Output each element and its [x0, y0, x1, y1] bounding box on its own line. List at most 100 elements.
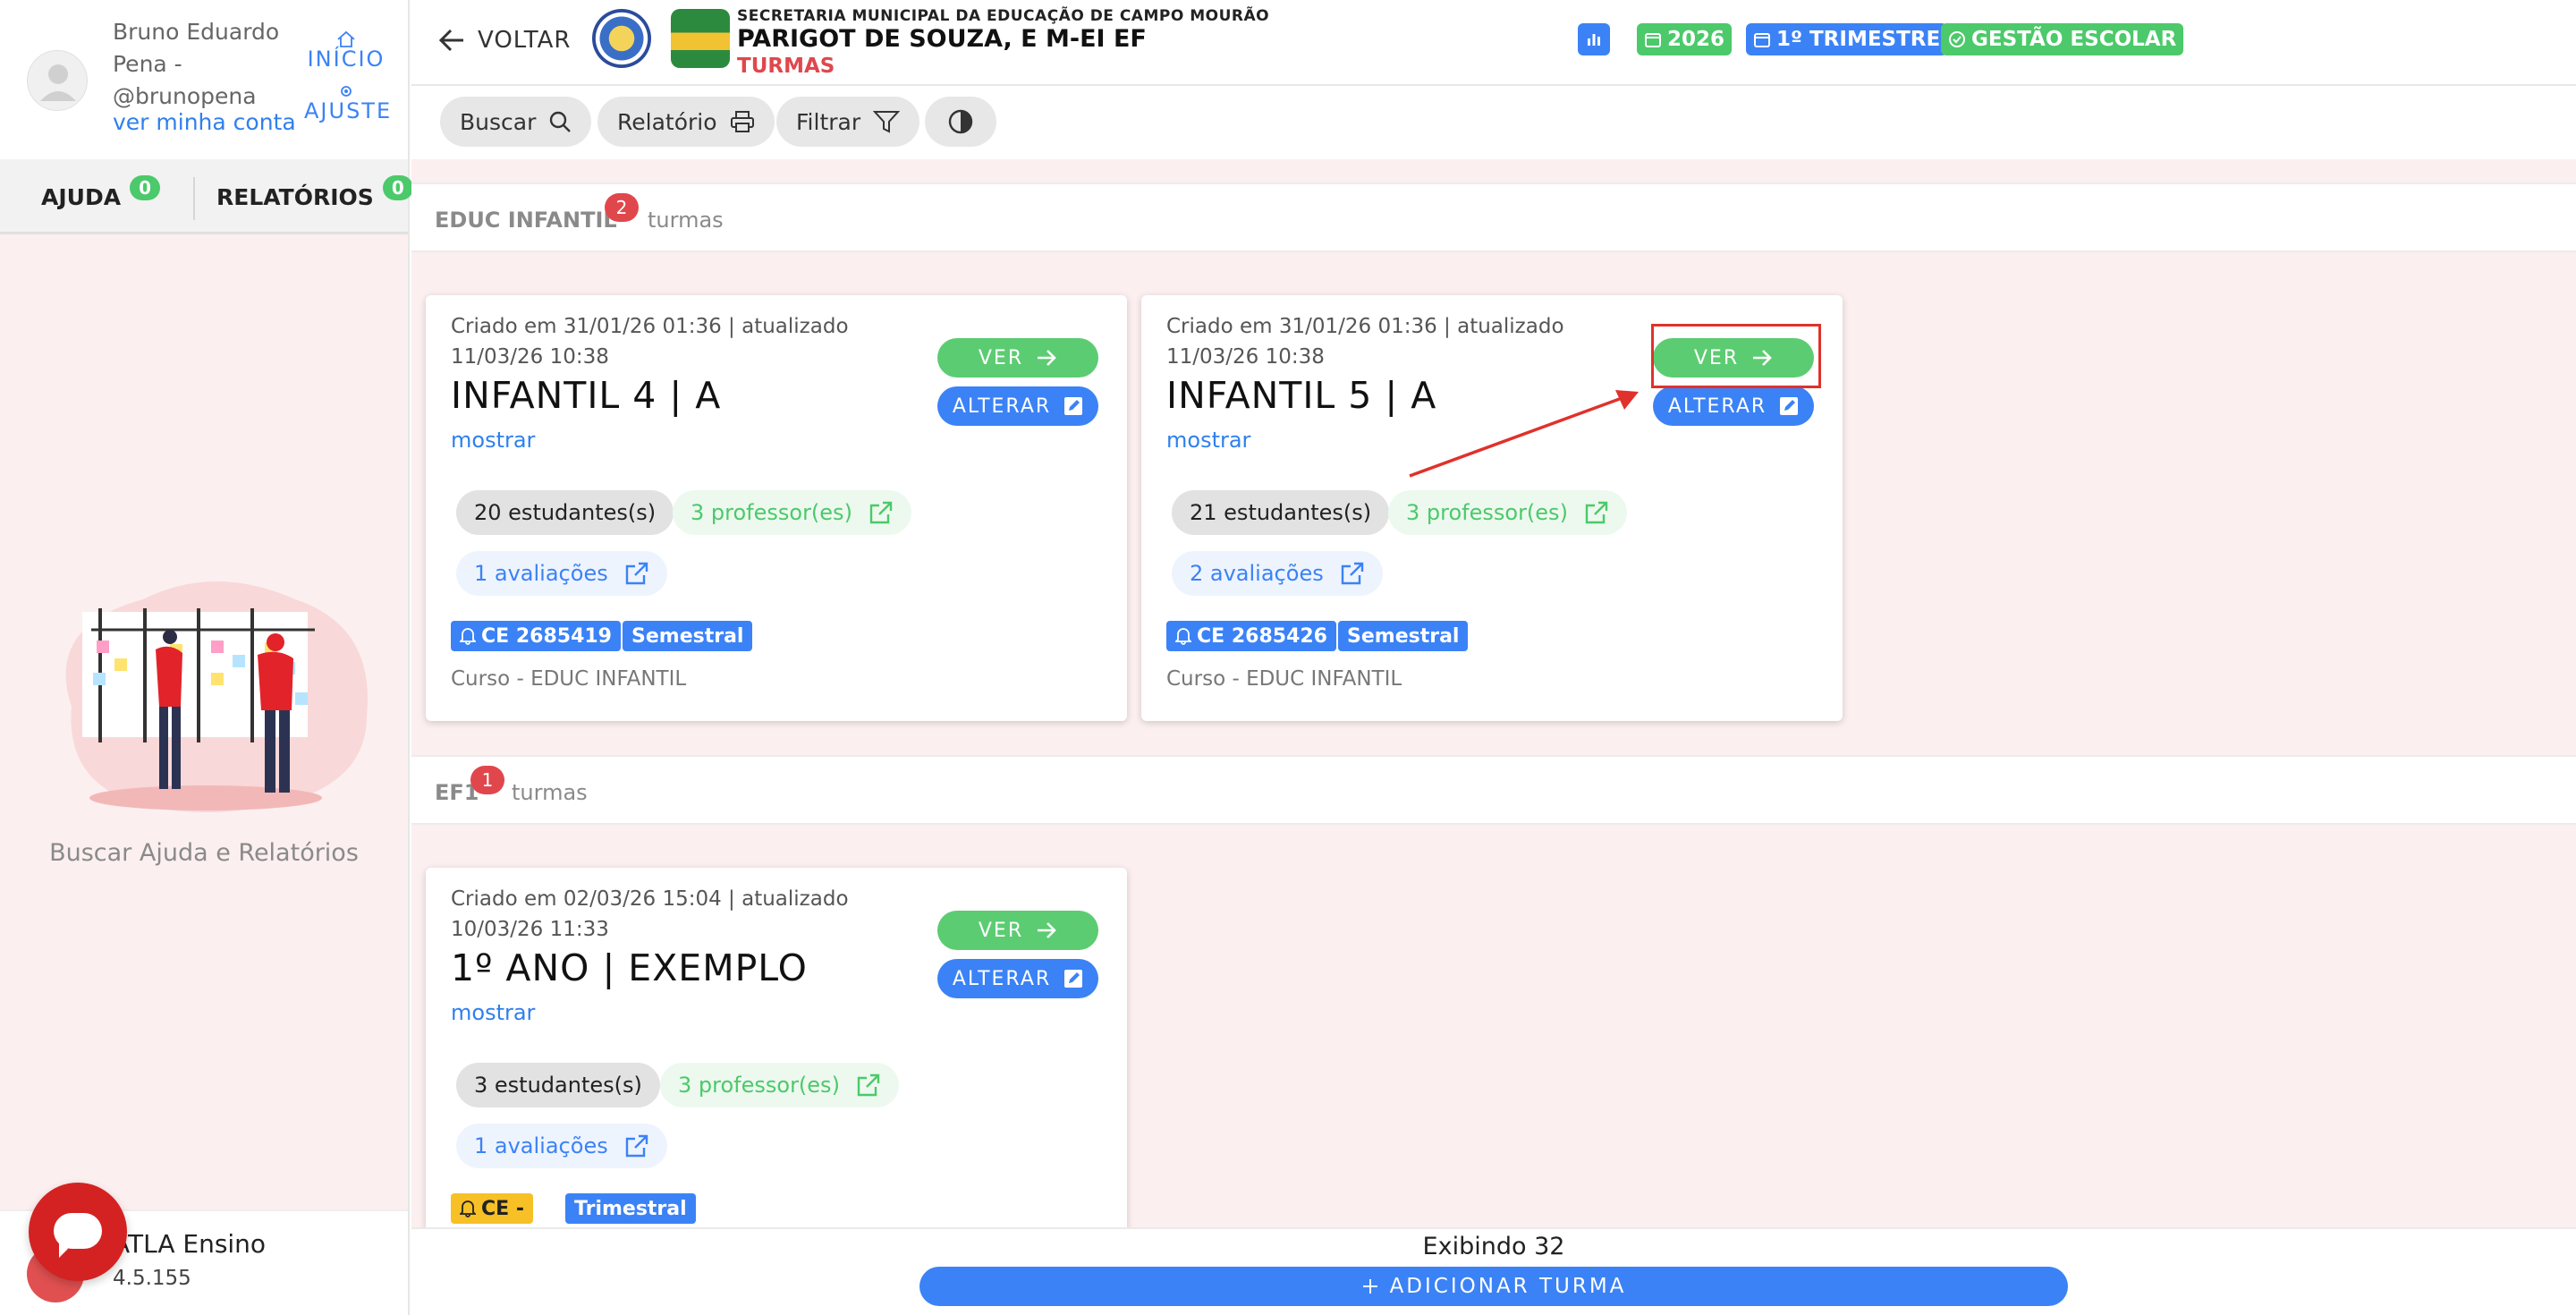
chat-button[interactable] [29, 1183, 127, 1281]
tab-reports[interactable]: RELATÓRIOS 0 [216, 175, 413, 210]
help-illustration [65, 581, 369, 813]
course-info: Curso - EDUC INFANTIL [451, 667, 687, 691]
edit-label: ALTERAR [952, 967, 1052, 990]
show-more-link[interactable]: mostrar [451, 1000, 535, 1025]
calendar-icon [1645, 33, 1661, 47]
add-class-button[interactable]: ADICIONAR TURMA [919, 1267, 2068, 1306]
year-label: 2026 [1667, 28, 1725, 51]
evaluations-label: 1 avaliações [474, 561, 608, 586]
help-count-badge: 0 [130, 175, 161, 200]
tab-help[interactable]: AJUDA 0 [41, 175, 161, 210]
nav-settings[interactable]: AJUSTE [304, 82, 390, 123]
evaluations-pill[interactable]: 2 avaliações [1172, 551, 1383, 596]
ce-label: CE 2685426 [1197, 624, 1327, 648]
search-icon [550, 111, 572, 132]
evaluations-pill[interactable]: 1 avaliações [456, 551, 667, 596]
help-text: Buscar Ajuda e Relatórios [49, 839, 359, 867]
section-word: turmas [512, 780, 588, 805]
class-card: Criado em 02/03/26 15:04 | atualizado 10… [426, 868, 1127, 1227]
city-coat-of-arms [671, 9, 730, 68]
ce-tag: CE - [451, 1193, 533, 1224]
bottom-bar: Exibindo 32 ADICIONAR TURMA [411, 1227, 2576, 1315]
management-chip[interactable]: GESTÃO ESCOLAR [1941, 23, 2184, 55]
nav-home[interactable]: INÍCIO [304, 30, 388, 72]
external-link-icon [857, 1073, 880, 1097]
theme-toggle-button[interactable] [925, 97, 996, 147]
section-count-badge: 2 [605, 193, 639, 222]
add-class-label: ADICIONAR TURMA [1389, 1275, 1627, 1298]
external-link-icon [1585, 501, 1608, 524]
nav-settings-label: AJUSTE [304, 98, 393, 123]
view-button[interactable]: VER [937, 911, 1098, 950]
ce-label: CE 2685419 [481, 624, 612, 648]
bell-icon [1175, 628, 1191, 645]
edit-button[interactable]: ALTERAR [1653, 386, 1814, 426]
edit-icon [1780, 397, 1799, 415]
year-chip[interactable]: 2026 [1637, 23, 1733, 55]
tab-divider [193, 177, 195, 220]
arrow-right-icon [1038, 922, 1056, 938]
calendar-icon [1754, 33, 1770, 47]
ce-label: CE - [481, 1197, 524, 1220]
report-button[interactable]: Relatório [597, 97, 775, 147]
card-created-info: Criado em 31/01/26 01:36 | atualizado 11… [451, 315, 849, 369]
students-pill[interactable]: 3 estudantes(s) [456, 1063, 660, 1107]
show-more-link[interactable]: mostrar [451, 428, 535, 453]
evaluations-label: 2 avaliações [1190, 561, 1324, 586]
secretaria-seal [592, 9, 651, 68]
edit-icon [1064, 970, 1083, 988]
reports-count-badge: 0 [382, 175, 413, 200]
view-label: VER [978, 919, 1024, 942]
showing-count: Exibindo 32 [1422, 1233, 1565, 1260]
header-titles: SECRETARIA MUNICIPAL DA EDUCAÇÃO DE CAMP… [737, 7, 1269, 79]
search-button[interactable]: Buscar [440, 97, 592, 147]
sidebar-tabs: AJUDA 0 RELATÓRIOS 0 [0, 159, 413, 234]
ce-tag: CE 2685426 [1166, 621, 1336, 651]
teachers-label: 3 professor(es) [1406, 500, 1568, 525]
sidebar: Bruno Eduardo Pena - @brunopena ver minh… [0, 0, 413, 1315]
class-card: Criado em 31/01/26 01:36 | atualizado 11… [426, 295, 1127, 721]
show-more-link[interactable]: mostrar [1166, 428, 1250, 453]
card-title: INFANTIL 5 | A [1166, 374, 1437, 417]
teachers-pill[interactable]: 3 professor(es) [660, 1063, 899, 1107]
arrow-right-icon [1038, 350, 1056, 366]
user-icon [40, 64, 76, 101]
teachers-pill[interactable]: 3 professor(es) [1388, 490, 1627, 535]
edit-button[interactable]: ALTERAR [937, 386, 1098, 426]
contrast-icon [948, 109, 973, 134]
external-link-icon [625, 562, 648, 585]
back-label: VOLTAR [478, 27, 572, 54]
period-tag: Trimestral [565, 1193, 696, 1224]
external-link-icon [625, 1134, 648, 1158]
avatar[interactable] [27, 50, 88, 111]
view-button[interactable]: VER [937, 338, 1098, 378]
user-panel: Bruno Eduardo Pena - @brunopena ver minh… [0, 0, 408, 159]
teachers-pill[interactable]: 3 professor(es) [673, 490, 911, 535]
filter-button[interactable]: Filtrar [776, 97, 920, 147]
home-icon [337, 30, 355, 47]
classes-list: EDUC INFANTIL 2 turmas Criado em 31/01/2… [411, 159, 2576, 1227]
evaluations-label: 1 avaliações [474, 1133, 608, 1158]
edit-button[interactable]: ALTERAR [937, 959, 1098, 998]
card-title: 1º ANO | EXEMPLO [451, 946, 808, 989]
term-chip[interactable]: 1º TRIMESTRE [1746, 23, 1948, 55]
card-title: INFANTIL 4 | A [451, 374, 722, 417]
teachers-label: 3 professor(es) [678, 1073, 840, 1098]
course-info: Curso - EDUC INFANTIL [1166, 667, 1402, 691]
external-link-icon [1341, 562, 1363, 585]
search-label: Buscar [460, 108, 537, 135]
back-button[interactable]: VOLTAR [438, 27, 571, 54]
filter-label: Filtrar [796, 108, 861, 135]
management-label: GESTÃO ESCOLAR [1971, 28, 2177, 51]
students-pill[interactable]: 21 estudantes(s) [1172, 490, 1390, 535]
evaluations-pill[interactable]: 1 avaliações [456, 1124, 667, 1168]
stats-button[interactable] [1578, 23, 1610, 55]
gear-icon [341, 86, 352, 97]
period-tag: Semestral [1338, 621, 1469, 651]
edit-icon [1064, 397, 1083, 415]
user-name: Bruno Eduardo Pena - @brunopena [113, 19, 280, 109]
section-count-badge: 1 [470, 766, 504, 794]
chat-bubble-icon [54, 1213, 102, 1258]
my-account-link[interactable]: ver minha conta [113, 109, 296, 135]
students-pill[interactable]: 20 estudantes(s) [456, 490, 674, 535]
